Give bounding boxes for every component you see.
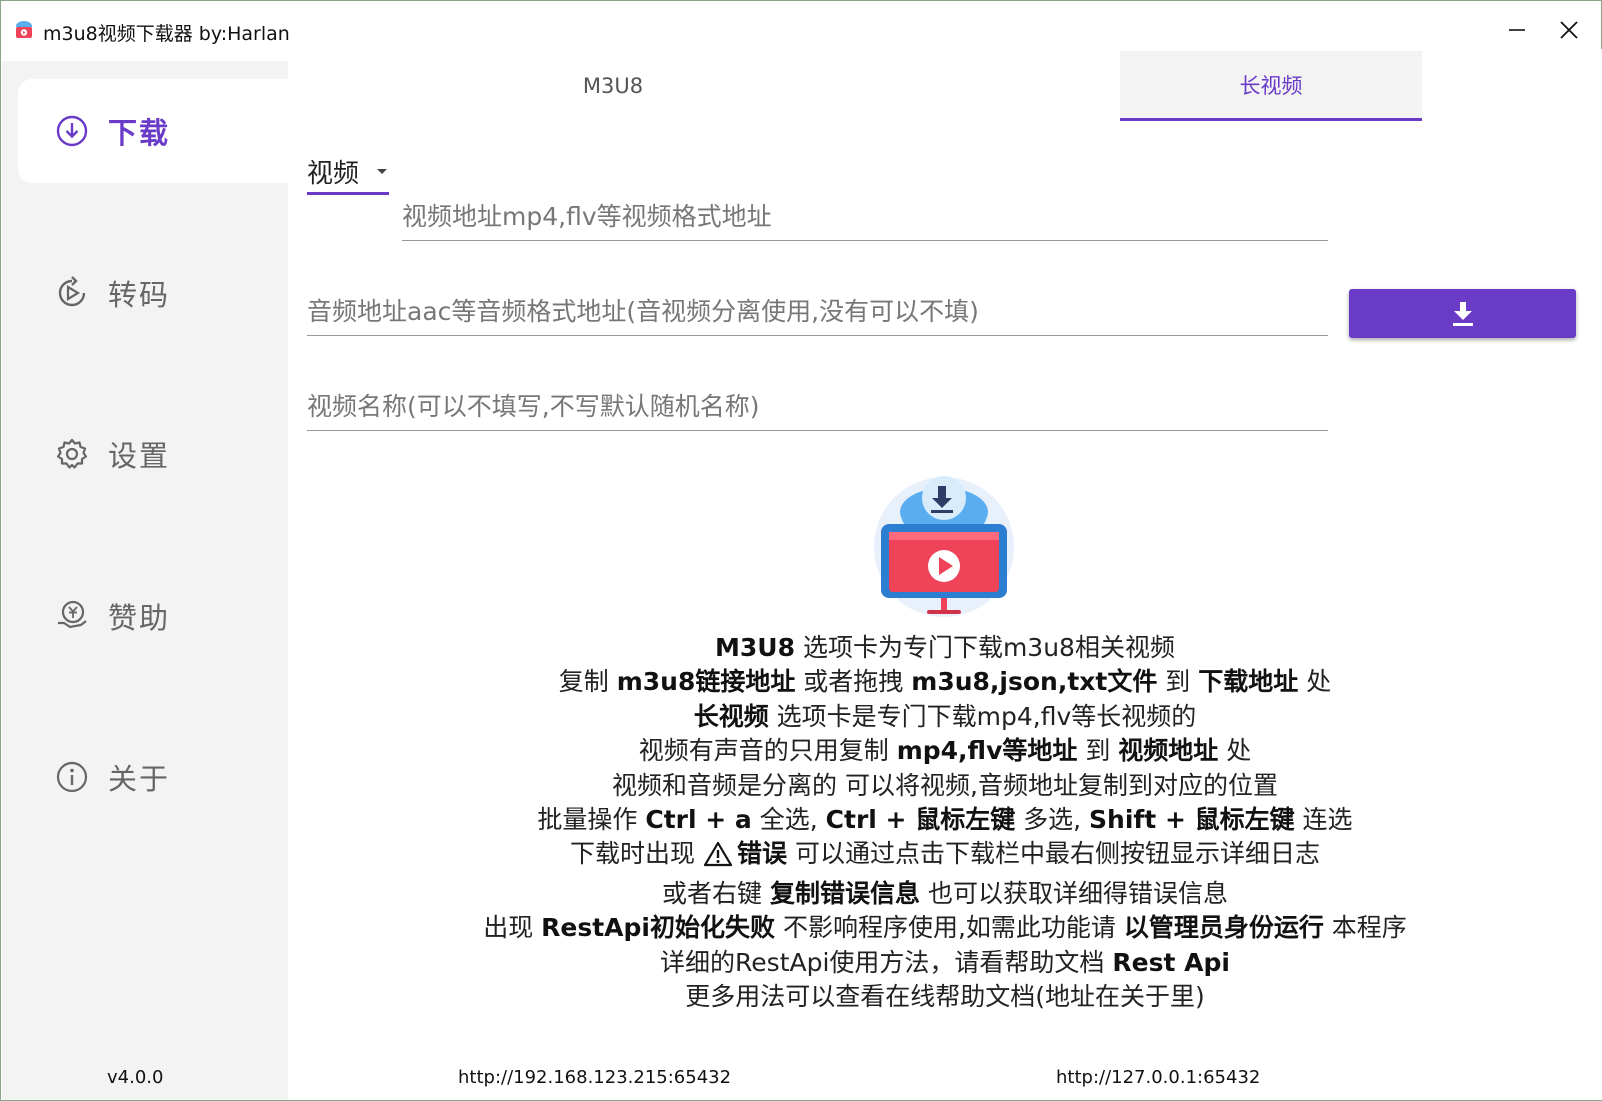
app-logo-icon	[13, 19, 35, 41]
app-window: m3u8视频下载器 by:Harlan 下载 转码 设置 赞助 关于 v4.0.…	[0, 0, 1602, 1101]
close-button[interactable]	[1547, 11, 1591, 49]
help-line: 出现 RestApi初始化失败 不影响程序使用,如需此功能请 以管理员身份运行 …	[483, 913, 1407, 943]
version-label: v4.0.0	[107, 1067, 164, 1088]
video-name-input[interactable]	[307, 383, 1328, 430]
caret-down-icon	[377, 169, 387, 174]
tab-long-video[interactable]: 长视频	[1120, 51, 1422, 121]
help-line: 视频有声音的只用复制 mp4,flv等地址 到 视频地址 处	[638, 736, 1252, 766]
tab-m3u8[interactable]: M3U8	[288, 51, 938, 121]
sidebar-item-settings[interactable]: 设置	[18, 402, 288, 506]
help-line: M3U8 选项卡为专门下载m3u8相关视频	[715, 633, 1175, 662]
video-url-field	[402, 193, 1328, 241]
gear-icon	[54, 436, 90, 472]
sidebar-item-transcode[interactable]: 转码	[18, 241, 288, 345]
help-line: 视频和音频是分离的 可以将视频,音频地址复制到对应的位置	[612, 770, 1278, 800]
help-line: 下载时出现 错误 可以通过点击下载栏中最右侧按钮显示详细日志	[288, 837, 1602, 876]
help-text: M3U8 选项卡为专门下载m3u8相关视频 复制 m3u8链接地址 或者拖拽 m…	[288, 631, 1602, 1014]
sidebar-item-label: 设置	[108, 439, 171, 473]
help-line: 更多用法可以查看在线帮助文档(地址在关于里)	[685, 982, 1205, 1012]
sidebar-item-label: 赞助	[108, 601, 171, 635]
download-circle-icon	[54, 113, 90, 149]
video-url-input[interactable]	[402, 193, 1328, 240]
minimize-icon	[1509, 29, 1525, 31]
help-line: 详细的RestApi使用方法，请看帮助文档 Rest Api	[660, 947, 1230, 977]
audio-url-input[interactable]	[307, 288, 1328, 335]
close-icon	[1560, 21, 1578, 39]
sidebar: 下载 转码 设置 赞助 关于	[2, 61, 288, 1100]
download-button[interactable]	[1349, 289, 1576, 338]
main-panel: M3U8 长视频 视频 视频地址mp4,flv等视频格式地址 音频地址aac等音…	[288, 49, 1602, 1100]
warning-icon	[703, 841, 733, 876]
sidebar-item-sponsor[interactable]: 赞助	[18, 564, 288, 668]
media-type-value: 视频	[307, 159, 360, 189]
download-arrow-icon	[1452, 301, 1473, 326]
help-line: 复制 m3u8链接地址 或者拖拽 m3u8,json,txt文件 到 下载地址 …	[558, 667, 1332, 697]
video-name-field	[307, 383, 1328, 431]
sidebar-item-label: 转码	[108, 278, 171, 312]
sidebar-item-download[interactable]: 下载	[18, 79, 288, 183]
sidebar-item-label: 关于	[108, 762, 171, 796]
audio-url-field	[307, 288, 1328, 336]
help-line: 长视频 选项卡是专门下载mp4,flv等长视频的	[693, 701, 1197, 731]
info-icon	[54, 759, 90, 795]
sidebar-item-about[interactable]: 关于	[18, 725, 288, 829]
help-line: 批量操作 Ctrl + a 全选, Ctrl + 鼠标左键 多选, Shift …	[537, 805, 1353, 835]
local-api-url[interactable]: http://127.0.0.1:65432	[1056, 1067, 1260, 1088]
video-download-illustration	[871, 474, 1017, 620]
help-line: 或者右键 复制错误信息 也可以获取详细得错误信息	[662, 878, 1228, 908]
transcode-icon	[54, 275, 90, 311]
media-type-select[interactable]: 视频	[307, 151, 389, 195]
lan-api-url[interactable]: http://192.168.123.215:65432	[458, 1067, 731, 1088]
minimize-button[interactable]	[1495, 11, 1539, 49]
sponsor-icon	[54, 598, 90, 634]
window-title: m3u8视频下载器 by:Harlan	[43, 23, 290, 45]
sidebar-item-label: 下载	[108, 116, 171, 150]
